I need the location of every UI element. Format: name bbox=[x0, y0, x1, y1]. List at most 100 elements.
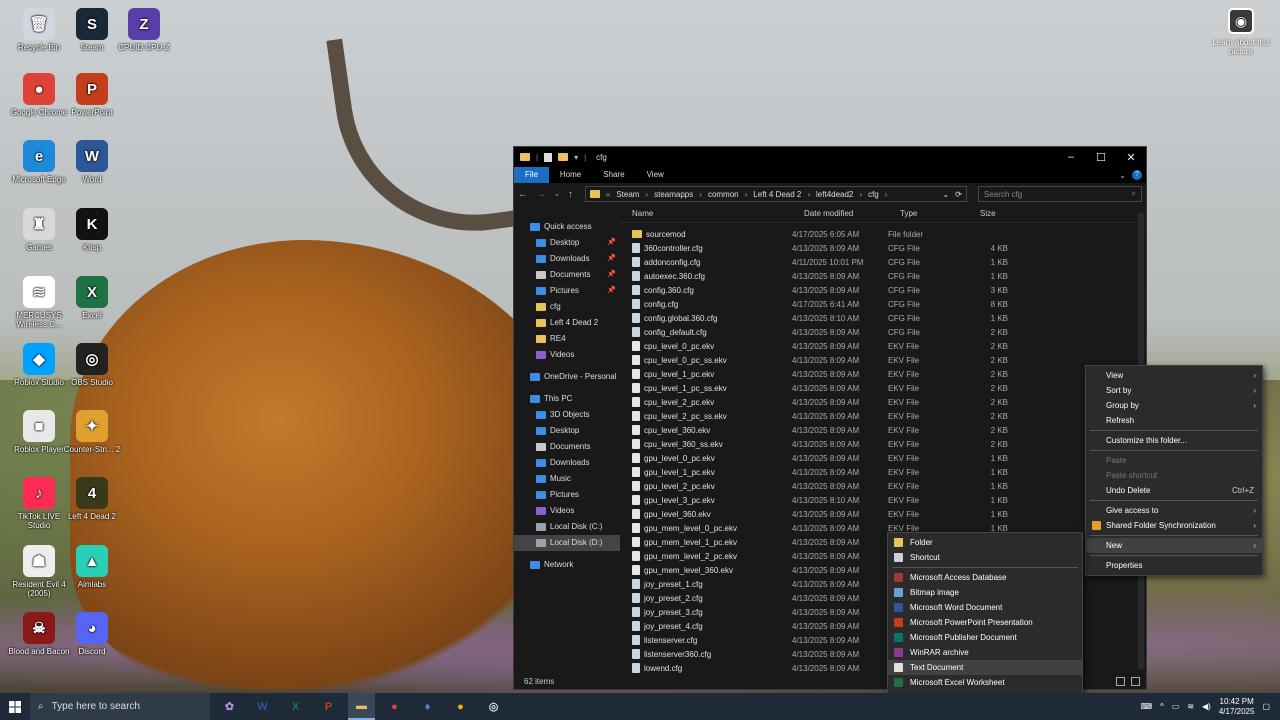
nav-item[interactable]: Pictures 📌 bbox=[514, 283, 620, 299]
table-row[interactable]: config.global.360.cfg 4/13/2025 8:10 AM CF… bbox=[620, 311, 1146, 325]
taskbar-app-button[interactable]: ● bbox=[447, 693, 474, 720]
nav-item[interactable]: Local Disk (D:) bbox=[514, 535, 620, 551]
help-icon[interactable]: ? bbox=[1132, 170, 1142, 180]
table-row[interactable]: addonconfig.cfg 4/11/2025 10:01 PM CFG Fil… bbox=[620, 255, 1146, 269]
breadcrumb-chevron-icon[interactable]: › bbox=[745, 190, 748, 199]
nav-item[interactable]: Pictures bbox=[514, 487, 620, 503]
desktop-icon[interactable]: Z CPUID CPU-Z bbox=[111, 8, 177, 52]
breadcrumb-chevron-icon[interactable]: › bbox=[885, 190, 888, 199]
table-row[interactable]: gpu_level_360.ekv 4/13/2025 8:09 AM EKV Fi… bbox=[620, 507, 1146, 521]
menu-item[interactable]: Undo Delete Ctrl+Z bbox=[1086, 483, 1262, 498]
menu-item[interactable]: Properties bbox=[1086, 558, 1262, 573]
table-row[interactable]: autoexec.360.cfg 4/13/2025 8:09 AM CFG Fil… bbox=[620, 269, 1146, 283]
menu-item[interactable]: Group by › bbox=[1086, 398, 1262, 413]
refresh-icon[interactable]: ⟳ bbox=[955, 190, 962, 199]
taskbar-app-button[interactable]: X bbox=[282, 693, 309, 720]
nav-item[interactable]: cfg bbox=[514, 299, 620, 315]
nav-item[interactable]: Desktop bbox=[514, 423, 620, 439]
menu-item[interactable]: Microsoft PowerPoint Presentation bbox=[888, 615, 1082, 630]
table-row[interactable]: cpu_level_0_pc.ekv 4/13/2025 8:09 AM EKV F… bbox=[620, 339, 1146, 353]
desktop-icon[interactable]: ▲ Aimlabs bbox=[59, 545, 125, 589]
desktop-icon[interactable]: X Excel bbox=[59, 276, 125, 320]
menu-item[interactable]: Customize this folder... bbox=[1086, 433, 1262, 448]
table-row[interactable]: gpu_level_2_pc.ekv 4/13/2025 8:09 AM EKV F… bbox=[620, 479, 1146, 493]
nav-item[interactable]: Videos bbox=[514, 503, 620, 519]
nav-item[interactable]: 3D Objects bbox=[514, 407, 620, 423]
menu-item[interactable]: Folder bbox=[888, 535, 1082, 550]
menu-item[interactable]: Shared Folder Synchronization › bbox=[1086, 518, 1262, 533]
tab-file[interactable]: File bbox=[514, 167, 549, 183]
menu-item[interactable]: Text Document bbox=[888, 660, 1082, 675]
desktop-icon[interactable]: K Krisp bbox=[59, 208, 125, 252]
menu-item[interactable]: View › bbox=[1086, 368, 1262, 383]
taskbar-app-button[interactable]: ● bbox=[381, 693, 408, 720]
breadcrumb-chevron-icon[interactable]: › bbox=[807, 190, 810, 199]
learn-about-picture[interactable]: ◉ Learn about this picture bbox=[1212, 8, 1270, 56]
desktop-icon[interactable]: P PowerPoint bbox=[59, 73, 125, 117]
desktop-icon[interactable]: ◕ Discord bbox=[59, 612, 125, 656]
table-row[interactable]: sourcemod 4/17/2025 6:05 AM File folder bbox=[620, 227, 1146, 241]
breadcrumb-segment[interactable]: Steam bbox=[616, 190, 639, 199]
menu-item[interactable]: Sort by › bbox=[1086, 383, 1262, 398]
table-row[interactable]: cpu_level_2_pc_ss.ekv 4/13/2025 8:09 AM EK… bbox=[620, 409, 1146, 423]
menu-item[interactable]: Shortcut bbox=[888, 550, 1082, 565]
nav-item[interactable]: This PC bbox=[514, 391, 620, 407]
breadcrumb-segment[interactable]: cfg bbox=[868, 190, 879, 199]
taskbar-app-button[interactable]: ◎ bbox=[480, 693, 507, 720]
table-row[interactable]: 360controller.cfg 4/13/2025 8:09 AM CFG Fi… bbox=[620, 241, 1146, 255]
column-size[interactable]: Size bbox=[968, 209, 1018, 218]
menu-item[interactable]: Microsoft Access Database bbox=[888, 570, 1082, 585]
table-row[interactable]: config.cfg 4/17/2025 6:41 AM CFG File 8 KB bbox=[620, 297, 1146, 311]
table-row[interactable]: cpu_level_1_pc_ss.ekv 4/13/2025 8:09 AM EK… bbox=[620, 381, 1146, 395]
wifi-icon[interactable]: ≋ bbox=[1187, 702, 1194, 711]
search-input[interactable]: Search cfg bbox=[984, 190, 1022, 199]
table-row[interactable]: cpu_level_1_pc.ekv 4/13/2025 8:09 AM EKV F… bbox=[620, 367, 1146, 381]
column-type[interactable]: Type bbox=[888, 209, 968, 218]
nav-item[interactable]: Downloads bbox=[514, 455, 620, 471]
menu-item[interactable]: New › bbox=[1086, 538, 1262, 553]
address-bar[interactable]: « Steam › steamapps › common › Left 4 Dead 2 › le… bbox=[584, 186, 967, 202]
nav-item[interactable]: Local Disk (C:) bbox=[514, 519, 620, 535]
network-icon[interactable]: ▭ bbox=[1172, 702, 1180, 711]
breadcrumb-chevron-icon[interactable]: › bbox=[699, 190, 702, 199]
table-row[interactable]: cpu_level_360_ss.ekv 4/13/2025 8:09 AM EKV… bbox=[620, 437, 1146, 451]
close-button[interactable]: ✕ bbox=[1116, 151, 1146, 164]
table-row[interactable]: cpu_level_0_pc_ss.ekv 4/13/2025 8:09 AM EK… bbox=[620, 353, 1146, 367]
tab-view[interactable]: View bbox=[636, 167, 675, 183]
nav-item[interactable]: Desktop 📌 bbox=[514, 235, 620, 251]
up-icon[interactable]: ↑ bbox=[568, 189, 573, 200]
menu-item[interactable]: Give access to › bbox=[1086, 503, 1262, 518]
overflow-chevron[interactable]: « bbox=[606, 190, 610, 199]
desktop-icon[interactable]: ✦ Counter-Stri... 2 bbox=[59, 410, 125, 454]
details-view-icon[interactable] bbox=[1116, 676, 1125, 686]
nav-item[interactable]: Music bbox=[514, 471, 620, 487]
column-name[interactable]: Name bbox=[620, 209, 792, 218]
breadcrumb-segment[interactable]: steamapps bbox=[654, 190, 693, 199]
column-date[interactable]: Date modified bbox=[792, 209, 888, 218]
new-folder-icon[interactable] bbox=[558, 153, 569, 161]
breadcrumb-segment[interactable]: common bbox=[708, 190, 739, 199]
table-row[interactable]: config_default.cfg 4/13/2025 8:09 AM CFG F… bbox=[620, 325, 1146, 339]
nav-item[interactable]: Downloads 📌 bbox=[514, 251, 620, 267]
nav-item[interactable]: Network bbox=[514, 557, 620, 573]
breadcrumb-chevron-icon[interactable]: › bbox=[645, 190, 648, 199]
nav-item[interactable]: Left 4 Dead 2 bbox=[514, 315, 620, 331]
start-button[interactable] bbox=[0, 700, 30, 713]
table-row[interactable]: gpu_level_1_pc.ekv 4/13/2025 8:09 AM EKV F… bbox=[620, 465, 1146, 479]
nav-item[interactable]: Quick access bbox=[514, 219, 620, 235]
menu-item[interactable]: Microsoft Publisher Document bbox=[888, 630, 1082, 645]
desktop-icon[interactable]: W Word bbox=[59, 140, 125, 184]
taskbar-app-button[interactable]: W bbox=[249, 693, 276, 720]
taskbar-app-button[interactable]: ✿ bbox=[216, 693, 243, 720]
nav-item[interactable]: Videos bbox=[514, 347, 620, 363]
menu-item[interactable]: Microsoft Word Document bbox=[888, 600, 1082, 615]
large-icons-view-icon[interactable] bbox=[1131, 676, 1140, 686]
forward-icon[interactable]: → bbox=[536, 189, 546, 200]
expand-ribbon-icon[interactable]: ⌄ bbox=[1119, 171, 1126, 180]
volume-icon[interactable]: ◀) bbox=[1202, 702, 1211, 711]
table-row[interactable]: cpu_level_2_pc.ekv 4/13/2025 8:09 AM EKV F… bbox=[620, 395, 1146, 409]
table-row[interactable]: gpu_level_0_pc.ekv 4/13/2025 8:09 AM EKV F… bbox=[620, 451, 1146, 465]
taskbar-app-button[interactable]: ♦ bbox=[414, 693, 441, 720]
back-icon[interactable]: ← bbox=[518, 189, 528, 200]
table-row[interactable]: config.360.cfg 4/13/2025 8:09 AM CFG File 3… bbox=[620, 283, 1146, 297]
